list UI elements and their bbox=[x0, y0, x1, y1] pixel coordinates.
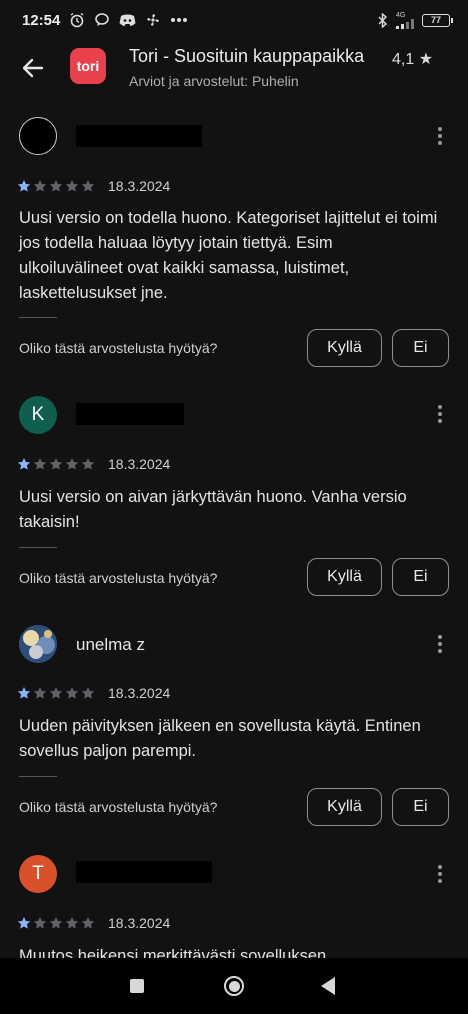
redacted-name bbox=[76, 861, 212, 883]
divider bbox=[19, 317, 57, 318]
avatar: T bbox=[19, 855, 57, 893]
star-empty-icon bbox=[81, 686, 95, 699]
star-empty-icon bbox=[65, 686, 79, 699]
app-title: Tori - Suosituin kauppapaikka bbox=[129, 46, 365, 66]
recents-icon[interactable] bbox=[130, 979, 144, 993]
star-empty-icon bbox=[33, 916, 47, 929]
star-empty-icon bbox=[81, 179, 95, 192]
system-nav-bar bbox=[0, 958, 468, 1014]
battery-icon: 77 bbox=[422, 13, 453, 27]
review-date: 18.3.2024 bbox=[108, 178, 171, 194]
more-options-icon[interactable] bbox=[430, 124, 450, 148]
redacted-name bbox=[76, 403, 184, 425]
avatar: K bbox=[19, 396, 57, 434]
star-empty-icon bbox=[81, 916, 95, 929]
star-empty-icon bbox=[49, 179, 63, 192]
app-logo: tori bbox=[70, 48, 106, 84]
star-empty-icon bbox=[65, 457, 79, 470]
review-text: Uusi versio on todella huono. Kategorise… bbox=[19, 209, 438, 302]
more-options-icon[interactable] bbox=[430, 632, 450, 656]
fan-icon bbox=[147, 14, 160, 26]
star-empty-icon bbox=[33, 457, 47, 470]
helpful-no-button[interactable]: Ei bbox=[392, 329, 449, 367]
app-rating: 4,1 ★ bbox=[392, 51, 434, 68]
helpful-question: Oliko tästä arvostelusta hyötyä? bbox=[19, 340, 218, 356]
divider bbox=[19, 547, 57, 548]
notification-icons bbox=[69, 12, 188, 28]
star-filled-icon bbox=[17, 179, 31, 192]
helpful-yes-button[interactable]: Kyllä bbox=[307, 788, 382, 826]
status-time: 12:54 bbox=[22, 11, 61, 29]
battery-level: 77 bbox=[430, 15, 441, 25]
back-arrow-icon[interactable] bbox=[20, 55, 46, 81]
avatar-letter: T bbox=[32, 863, 44, 884]
cell-signal: 4G bbox=[396, 12, 414, 29]
more-options-icon[interactable] bbox=[430, 402, 450, 426]
divider bbox=[19, 776, 57, 777]
review-text: Uusi versio on aivan järkyttävän huono. … bbox=[19, 488, 407, 531]
alarm-icon bbox=[70, 12, 84, 28]
helpful-yes-button[interactable]: Kyllä bbox=[307, 558, 382, 596]
helpful-question: Oliko tästä arvostelusta hyötyä? bbox=[19, 570, 218, 586]
avatar-letter: K bbox=[31, 404, 45, 425]
star-empty-icon bbox=[33, 686, 47, 699]
system-status-icons: 4G 77 bbox=[378, 12, 453, 29]
bluetooth-icon bbox=[378, 12, 388, 28]
star-empty-icon bbox=[49, 457, 63, 470]
helpful-yes-button[interactable]: Kyllä bbox=[307, 329, 382, 367]
avatar bbox=[19, 117, 57, 155]
home-icon[interactable] bbox=[224, 976, 244, 996]
chat-bubble-icon bbox=[95, 13, 110, 26]
more-options-icon[interactable] bbox=[430, 862, 450, 886]
star-empty-icon bbox=[49, 916, 63, 929]
star-rating bbox=[17, 179, 95, 193]
review-date: 18.3.2024 bbox=[108, 456, 171, 472]
signal-icon bbox=[396, 18, 414, 29]
reviewer-name: unelma z bbox=[76, 635, 145, 654]
star-rating bbox=[17, 457, 95, 471]
more-notifications-icon bbox=[171, 18, 188, 22]
helpful-no-button[interactable]: Ei bbox=[392, 788, 449, 826]
star-empty-icon bbox=[81, 457, 95, 470]
helpful-question: Oliko tästä arvostelusta hyötyä? bbox=[19, 799, 218, 815]
discord-icon bbox=[119, 14, 136, 26]
redacted-name bbox=[76, 125, 202, 147]
star-filled-icon bbox=[17, 916, 31, 929]
star-rating bbox=[17, 686, 95, 700]
app-subtitle: Arviot ja arvostelut: Puhelin bbox=[129, 73, 299, 89]
star-rating bbox=[17, 916, 95, 930]
review-text: Uuden päivityksen jälkeen en sovellusta … bbox=[19, 717, 421, 760]
app-bar: tori Tori - Suosituin kauppapaikka 4,1 ★… bbox=[0, 40, 468, 96]
review-date: 18.3.2024 bbox=[108, 915, 171, 931]
nav-back-icon[interactable] bbox=[321, 977, 335, 995]
star-filled-icon bbox=[17, 457, 31, 470]
status-bar: 12:54 4G 77 bbox=[0, 0, 468, 40]
star-filled-icon bbox=[17, 686, 31, 699]
star-empty-icon bbox=[65, 179, 79, 192]
star-empty-icon bbox=[65, 916, 79, 929]
network-type: 4G bbox=[396, 11, 406, 19]
star-empty-icon bbox=[49, 686, 63, 699]
helpful-no-button[interactable]: Ei bbox=[392, 558, 449, 596]
app-logo-text: tori bbox=[76, 58, 100, 74]
review-date: 18.3.2024 bbox=[108, 685, 171, 701]
avatar bbox=[19, 625, 57, 663]
star-empty-icon bbox=[33, 179, 47, 192]
avatar-image bbox=[19, 625, 57, 663]
